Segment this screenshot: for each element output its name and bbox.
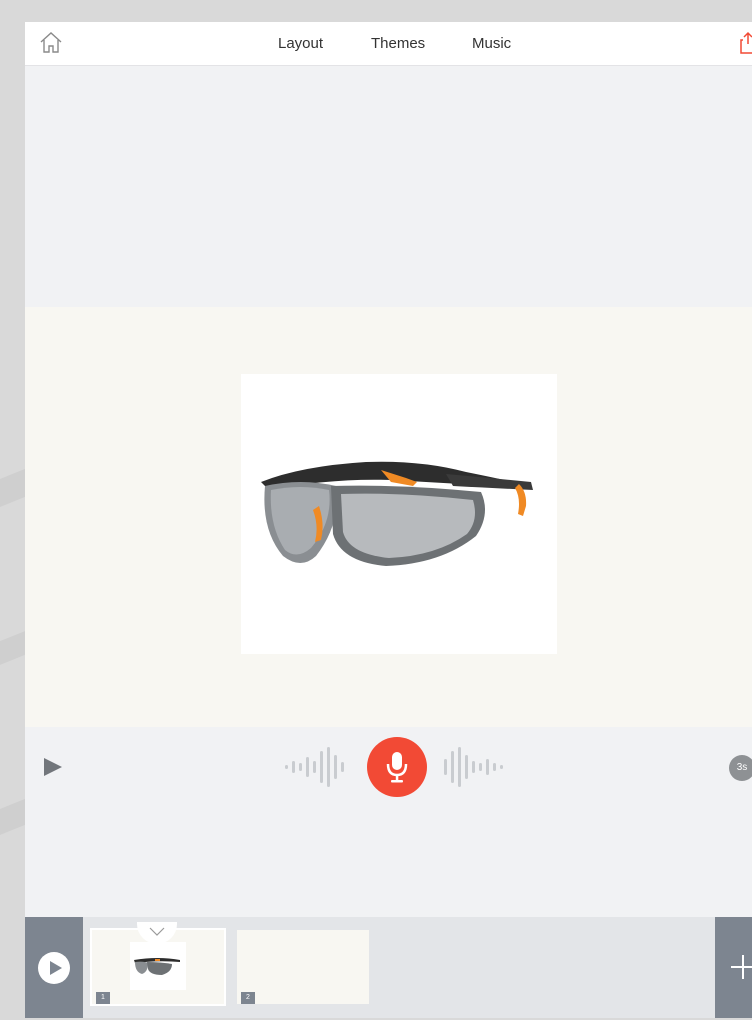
slide-number: 2 <box>241 992 255 1004</box>
duration-badge[interactable]: 3s <box>729 755 752 781</box>
safety-glasses-photo <box>261 461 533 566</box>
app-window: Layout Themes Music 3s 1 2 <box>25 22 752 1018</box>
slide-thumbnail-2[interactable]: 2 <box>237 930 369 1004</box>
waveform-left-icon <box>283 745 353 789</box>
slide-timeline: 1 2 <box>25 917 752 1018</box>
share-icon[interactable] <box>740 30 752 56</box>
top-bar: Layout Themes Music <box>25 22 752 66</box>
tab-layout[interactable]: Layout <box>278 35 323 52</box>
play-icon[interactable] <box>43 757 63 777</box>
slide-photo[interactable] <box>241 374 557 654</box>
waveform-right-icon <box>442 745 517 789</box>
slide-thumbnail-photo <box>130 942 186 990</box>
play-circle-icon <box>38 952 70 984</box>
slide-stage <box>25 307 752 727</box>
slide-thumbnail-1[interactable]: 1 <box>90 922 226 1006</box>
play-all-button[interactable] <box>25 917 83 1018</box>
top-nav: Layout Themes Music <box>25 22 752 65</box>
chevron-down-icon[interactable] <box>137 922 177 944</box>
record-button[interactable] <box>367 737 427 797</box>
plus-icon <box>731 955 752 979</box>
record-controls: 3s <box>25 727 752 807</box>
tab-themes[interactable]: Themes <box>371 35 425 52</box>
add-slide-button[interactable] <box>715 917 752 1018</box>
slide-number: 1 <box>96 992 110 1004</box>
microphone-icon <box>386 752 408 783</box>
tab-music[interactable]: Music <box>472 35 511 52</box>
